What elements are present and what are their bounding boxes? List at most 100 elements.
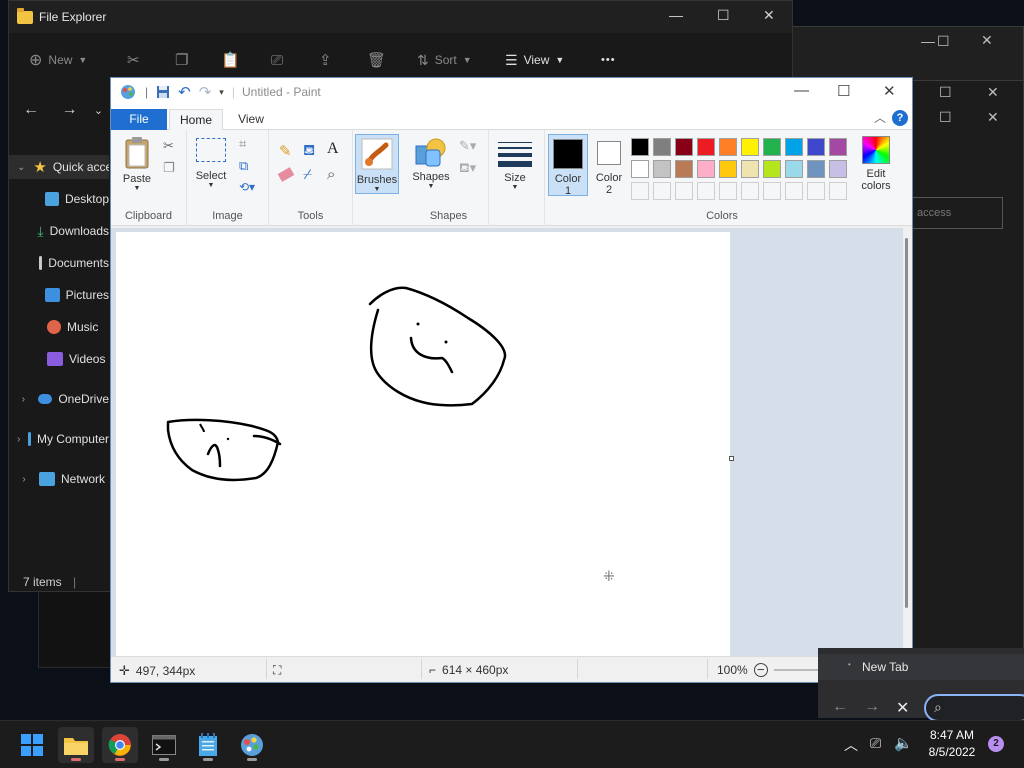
maximize-icon[interactable]: ☐ [937, 33, 950, 50]
stop-loading-icon[interactable]: ✕ [896, 698, 909, 718]
color-swatch[interactable] [829, 138, 847, 156]
tree-item-onedrive[interactable]: › OneDrive [9, 387, 109, 411]
pencil-icon[interactable]: ✎ [279, 142, 295, 160]
copy-icon[interactable]: ❐ [163, 160, 179, 176]
paint-app-icon[interactable] [119, 83, 137, 101]
undo-icon[interactable]: ↶ [178, 83, 191, 101]
paint-titlebar[interactable]: | ↶ ↷ ▾ | Untitled - Paint — ☐ ✕ [111, 78, 912, 106]
close-icon[interactable]: ✕ [883, 82, 896, 100]
minimize-icon[interactable]: — [669, 7, 683, 23]
color-swatch[interactable] [829, 160, 847, 178]
chevron-up-icon[interactable]: ︿ [844, 735, 858, 755]
chevron-down-icon[interactable]: ⌄ [17, 162, 25, 173]
taskbar-file-explorer[interactable] [58, 727, 94, 763]
back-arrow-icon[interactable]: ← [832, 698, 848, 716]
tree-item-network[interactable]: › Network [9, 467, 109, 491]
maximize-icon[interactable]: ☐ [837, 82, 850, 100]
custom-color-slot[interactable] [763, 182, 781, 200]
back-arrow-icon[interactable]: ← [23, 101, 39, 118]
color-swatch[interactable] [675, 160, 693, 178]
close-icon[interactable]: ✕ [981, 32, 993, 49]
color-swatch[interactable] [631, 160, 649, 178]
color-swatch[interactable] [807, 160, 825, 178]
custom-color-slot[interactable] [807, 182, 825, 200]
color-swatch[interactable] [653, 160, 671, 178]
text-tool-icon[interactable]: A [327, 140, 343, 157]
fill-icon[interactable]: ⛾▾ [459, 160, 481, 176]
fill-bucket-icon[interactable]: ⛾ [303, 142, 319, 159]
chevron-up-icon[interactable]: ︿ [874, 109, 886, 126]
custom-color-slot[interactable] [741, 182, 759, 200]
custom-color-slot[interactable] [697, 182, 715, 200]
crop-icon[interactable]: ⌗ [239, 136, 255, 152]
share-icon[interactable]: ⇪ [319, 51, 332, 69]
paste-button[interactable]: Paste ▼ [119, 136, 155, 192]
tree-item-documents[interactable]: Documents [9, 251, 109, 275]
custom-color-slot[interactable] [631, 182, 649, 200]
color-swatch[interactable] [719, 138, 737, 156]
color-swatch[interactable] [807, 138, 825, 156]
tree-item-videos[interactable]: Videos [9, 347, 109, 371]
resize-icon[interactable]: ⧉ [239, 158, 255, 174]
color-swatch[interactable] [763, 138, 781, 156]
zoom-slider[interactable] [773, 669, 822, 671]
rename-icon[interactable]: ⎚ [271, 52, 283, 69]
paste-icon[interactable]: 📋 [221, 51, 240, 69]
color-swatch[interactable] [741, 160, 759, 178]
address-bar[interactable]: ⌕ [924, 694, 1024, 722]
network-icon[interactable]: ⎚ [870, 735, 881, 752]
color-swatch[interactable] [697, 138, 715, 156]
help-icon[interactable]: ? [892, 110, 908, 126]
color-swatch[interactable] [763, 160, 781, 178]
custom-color-slot[interactable] [675, 182, 693, 200]
color-swatch[interactable] [719, 160, 737, 178]
maximize-icon[interactable]: ☐ [939, 109, 952, 126]
notification-badge[interactable]: 2 [988, 736, 1004, 752]
tree-item-downloads[interactable]: ⤓ Downloads [9, 219, 109, 243]
chrome-tab[interactable]: • New Tab [818, 654, 1024, 680]
chevron-right-icon[interactable]: › [17, 394, 30, 405]
taskbar-chrome[interactable] [102, 727, 138, 763]
maximize-icon[interactable]: ☐ [939, 84, 952, 101]
size-button[interactable]: Size ▼ [495, 138, 535, 191]
customize-toolbar-icon[interactable]: ▾ [219, 87, 224, 98]
chevron-right-icon[interactable]: › [17, 434, 20, 445]
copy-icon[interactable]: ❐ [175, 51, 188, 69]
custom-color-slot[interactable] [719, 182, 737, 200]
tree-item-pictures[interactable]: Pictures [9, 283, 109, 307]
chrome-window[interactable]: • New Tab ← → ✕ ⌕ [818, 648, 1024, 722]
brushes-button[interactable]: Brushes ▼ [355, 134, 399, 194]
edit-colors-button[interactable]: Edit colors [855, 136, 897, 192]
tab-file[interactable]: File [111, 109, 167, 130]
tab-home[interactable]: Home [169, 109, 223, 131]
taskbar-notepad[interactable] [190, 727, 226, 763]
tab-view[interactable]: View [231, 109, 271, 130]
cut-icon[interactable]: ✂ [127, 51, 140, 69]
custom-color-slot[interactable] [785, 182, 803, 200]
close-icon[interactable]: ✕ [763, 7, 775, 24]
close-icon[interactable]: ✕ [987, 84, 999, 101]
tree-item-desktop[interactable]: Desktop [9, 187, 109, 211]
shapes-button[interactable]: Shapes ▼ [411, 136, 451, 190]
color-swatch[interactable] [741, 138, 759, 156]
color-swatch[interactable] [785, 138, 803, 156]
maximize-icon[interactable]: ☐ [717, 7, 730, 24]
vertical-scrollbar[interactable] [903, 228, 912, 656]
color-swatch[interactable] [785, 160, 803, 178]
color-swatch[interactable] [653, 138, 671, 156]
sort-button[interactable]: ⇅ Sort ▼ [417, 52, 472, 69]
zoom-out-icon[interactable]: − [753, 663, 768, 677]
save-icon[interactable] [156, 85, 170, 99]
chevron-right-icon[interactable]: › [17, 474, 31, 485]
taskbar-terminal[interactable] [146, 727, 182, 763]
minimize-icon[interactable]: — [794, 82, 809, 99]
tree-item-music[interactable]: Music [9, 315, 109, 339]
tree-item-my-computer[interactable]: › My Computer [9, 427, 109, 451]
delete-icon[interactable]: 🗑 [367, 51, 386, 69]
system-clock[interactable]: 8:47 AM 8/5/2022 [920, 727, 984, 761]
volume-icon[interactable]: 🔈 [894, 734, 913, 752]
view-button[interactable]: ☰ View ▼ [505, 52, 564, 69]
color-picker-icon[interactable]: ⌿ [303, 166, 319, 183]
custom-color-slot[interactable] [653, 182, 671, 200]
rotate-icon[interactable]: ⟲▾ [239, 180, 263, 196]
